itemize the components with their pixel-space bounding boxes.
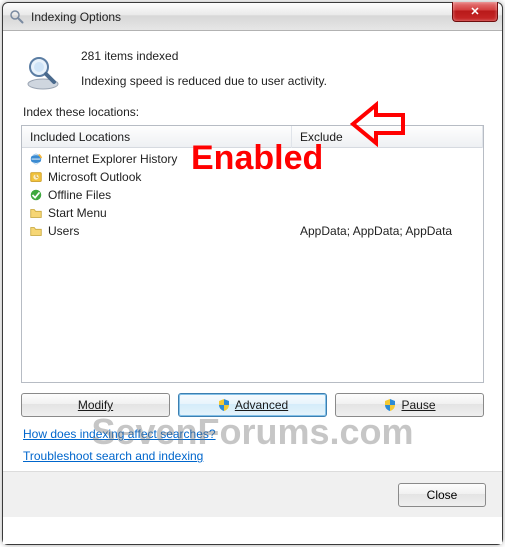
pause-label: Pause xyxy=(401,398,435,412)
list-item[interactable]: Offline Files xyxy=(22,186,483,204)
action-button-row: Modify Advanced xyxy=(3,383,502,421)
status-block: 281 items indexed Indexing speed is redu… xyxy=(3,31,502,99)
offline-files-icon xyxy=(28,187,44,203)
indexing-speed-message: Indexing speed is reduced due to user ac… xyxy=(81,72,327,91)
item-name: Microsoft Outlook xyxy=(48,170,141,184)
locations-listview[interactable]: Included Locations Exclude Internet Expl… xyxy=(21,125,484,383)
status-text: 281 items indexed Indexing speed is redu… xyxy=(81,45,327,91)
close-button[interactable]: Close xyxy=(398,483,486,507)
list-item[interactable]: Users AppData; AppData; AppData xyxy=(22,222,483,240)
item-exclude: AppData; AppData; AppData xyxy=(292,224,483,238)
window-title: Indexing Options xyxy=(31,10,121,24)
app-icon xyxy=(9,9,25,25)
folder-icon xyxy=(28,223,44,239)
close-window-button[interactable]: ✕ xyxy=(452,2,498,22)
item-name: Internet Explorer History xyxy=(48,152,177,166)
indexing-options-window: Indexing Options ✕ 281 items indexed Ind… xyxy=(2,2,503,545)
indexed-count: 281 items indexed xyxy=(81,47,327,66)
item-name: Users xyxy=(48,224,79,238)
titlebar[interactable]: Indexing Options ✕ xyxy=(3,3,502,31)
item-name: Offline Files xyxy=(48,188,111,202)
list-item[interactable]: Internet Explorer History xyxy=(22,150,483,168)
help-link-troubleshoot[interactable]: Troubleshoot search and indexing xyxy=(23,449,482,463)
item-name: Start Menu xyxy=(48,206,107,220)
close-label: Close xyxy=(427,488,458,502)
pause-button[interactable]: Pause xyxy=(335,393,484,417)
close-icon: ✕ xyxy=(470,5,479,18)
content-area: 281 items indexed Indexing speed is redu… xyxy=(3,31,502,544)
modify-button[interactable]: Modify xyxy=(21,393,170,417)
locations-label: Index these locations: xyxy=(3,99,502,123)
help-link-searches[interactable]: How does indexing affect searches? xyxy=(23,427,482,441)
ie-icon xyxy=(28,151,44,167)
list-item[interactable]: Microsoft Outlook xyxy=(22,168,483,186)
listview-body: Internet Explorer History Microsoft Outl… xyxy=(22,148,483,242)
outlook-icon xyxy=(28,169,44,185)
help-links: How does indexing affect searches? Troub… xyxy=(3,421,502,471)
uac-shield-icon xyxy=(383,398,397,412)
advanced-label: Advanced xyxy=(235,398,288,412)
listview-header[interactable]: Included Locations Exclude xyxy=(22,126,483,148)
advanced-button[interactable]: Advanced xyxy=(178,393,327,417)
folder-icon xyxy=(28,205,44,221)
magnifier-icon xyxy=(23,51,63,91)
list-item[interactable]: Start Menu xyxy=(22,204,483,222)
modify-label: Modify xyxy=(78,398,113,412)
column-included[interactable]: Included Locations xyxy=(22,126,292,148)
uac-shield-icon xyxy=(217,398,231,412)
column-exclude[interactable]: Exclude xyxy=(292,126,483,148)
footer-bar: Close xyxy=(3,471,502,517)
